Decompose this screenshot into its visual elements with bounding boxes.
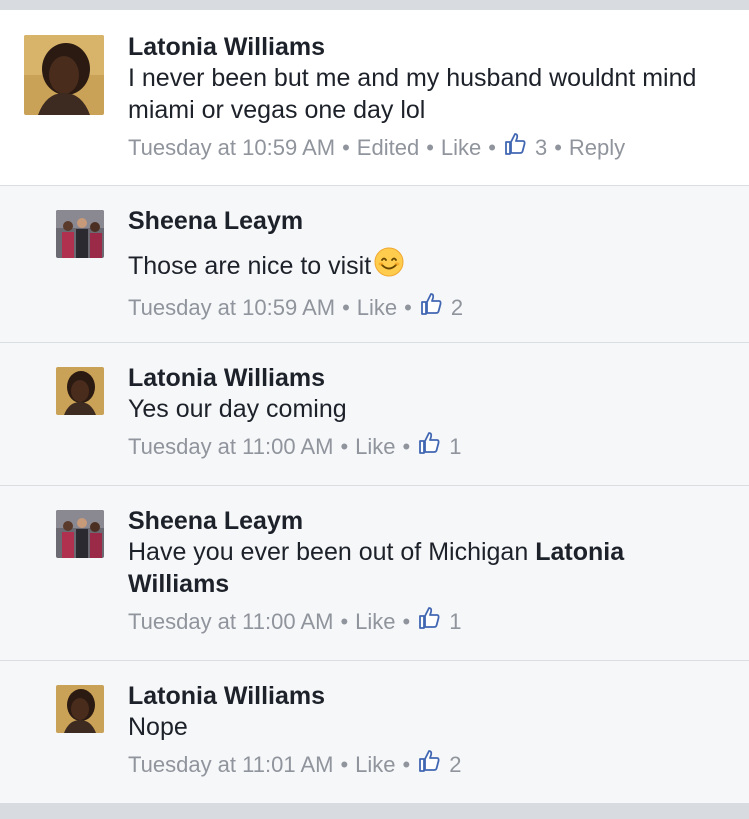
like-button[interactable]: Like: [355, 432, 395, 462]
author-name[interactable]: Latonia Williams: [128, 363, 709, 393]
like-count[interactable]: 2: [419, 292, 463, 324]
thumbs-up-icon: [417, 431, 441, 463]
like-count-value: 2: [450, 295, 464, 320]
like-button[interactable]: Like: [357, 293, 397, 323]
timestamp[interactable]: Tuesday at 10:59 AM: [128, 293, 335, 323]
separator: •: [340, 434, 349, 459]
comment-body: Latonia Williams Nope Tuesday at 11:01 A…: [128, 681, 709, 781]
author-name[interactable]: Sheena Leaym: [128, 206, 709, 236]
comment: Latonia Williams I never been but me and…: [0, 10, 749, 186]
comment-text: Nope: [128, 713, 188, 741]
separator: •: [404, 295, 412, 320]
like-button[interactable]: Like: [441, 133, 481, 163]
comment-meta: Tuesday at 11:00 AM • Like • 1: [128, 431, 709, 463]
avatar-latonia-williams[interactable]: [24, 35, 104, 115]
comment-meta: Tuesday at 11:00 AM • Like • 1: [128, 606, 709, 638]
comment-body: Latonia Williams I never been but me and…: [128, 32, 709, 164]
bottom-divider: [0, 803, 749, 819]
comment-meta: Tuesday at 10:59 AM • Like • 2: [128, 292, 709, 324]
comment-text-content: Have you ever been out of Michigan: [128, 538, 536, 566]
avatar-latonia-williams[interactable]: [56, 367, 104, 415]
timestamp[interactable]: Tuesday at 11:00 AM: [128, 432, 333, 462]
timestamp[interactable]: Tuesday at 11:00 AM: [128, 607, 333, 637]
like-count-value: 1: [449, 434, 462, 459]
thumbs-up-icon: [419, 292, 443, 324]
like-count[interactable]: 1: [417, 606, 461, 638]
comment-text: I never been but me and my husband would…: [128, 64, 697, 124]
comment-body: Sheena Leaym Have you ever been out of M…: [128, 506, 709, 638]
reply-button[interactable]: Reply: [569, 133, 625, 163]
separator: •: [402, 752, 411, 777]
like-button[interactable]: Like: [355, 750, 395, 780]
separator: •: [340, 609, 349, 634]
comment-reply: Latonia Williams Yes our day coming Tues…: [0, 343, 749, 486]
like-count[interactable]: 1: [417, 431, 461, 463]
comment-text-content: Those are nice to visit: [128, 252, 372, 280]
comment-body: Latonia Williams Yes our day coming Tues…: [128, 363, 709, 463]
thumbs-up-icon: [417, 606, 441, 638]
separator: •: [554, 135, 562, 160]
comment-thread: Latonia Williams I never been but me and…: [0, 10, 749, 803]
comment-text: Those are nice to visit: [128, 246, 709, 286]
comment-meta: Tuesday at 11:01 AM • Like • 2: [128, 749, 709, 781]
separator: •: [342, 135, 350, 160]
separator: •: [488, 135, 496, 160]
separator: •: [402, 434, 411, 459]
avatar-latonia-williams[interactable]: [56, 685, 104, 733]
avatar-sheena-leaym[interactable]: [56, 510, 104, 558]
like-count[interactable]: 3: [503, 132, 547, 164]
like-count-value: 2: [449, 752, 462, 777]
avatar-sheena-leaym[interactable]: [56, 210, 104, 258]
comment-body: Sheena Leaym Those are nice to visit Tue…: [128, 206, 709, 324]
separator: •: [402, 609, 411, 634]
like-count[interactable]: 2: [417, 749, 461, 781]
author-name[interactable]: Latonia Williams: [128, 32, 709, 62]
author-name[interactable]: Sheena Leaym: [128, 506, 709, 536]
separator: •: [342, 295, 350, 320]
comment-reply: Latonia Williams Nope Tuesday at 11:01 A…: [0, 661, 749, 803]
comment-text: Have you ever been out of Michigan Laton…: [128, 536, 709, 600]
author-name[interactable]: Latonia Williams: [128, 681, 709, 711]
smiling-face-emoji-icon: [373, 246, 405, 286]
thumbs-up-icon: [417, 749, 441, 781]
comment-reply: Sheena Leaym Have you ever been out of M…: [0, 486, 749, 661]
comment-reply: Sheena Leaym Those are nice to visit Tue…: [0, 186, 749, 343]
thumbs-up-icon: [503, 132, 527, 164]
timestamp[interactable]: Tuesday at 11:01 AM: [128, 750, 333, 780]
like-count-value: 1: [449, 609, 462, 634]
like-count-value: 3: [534, 135, 548, 160]
separator: •: [340, 752, 349, 777]
comment-text: Yes our day coming: [128, 395, 347, 423]
edited-label[interactable]: Edited: [357, 133, 419, 163]
comment-meta: Tuesday at 10:59 AM • Edited • Like • 3 …: [128, 132, 709, 164]
like-button[interactable]: Like: [355, 607, 395, 637]
timestamp[interactable]: Tuesday at 10:59 AM: [128, 133, 335, 163]
separator: •: [426, 135, 434, 160]
